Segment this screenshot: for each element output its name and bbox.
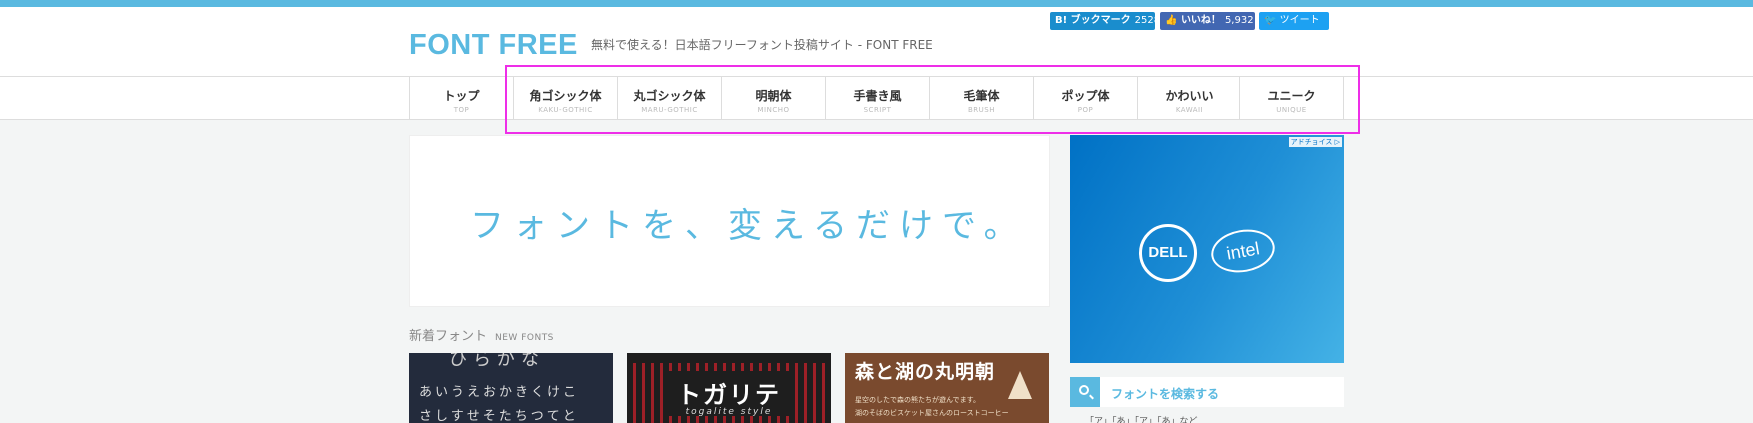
font-card-text: 湖のそばのビスケット屋さんのローストコーヒー [855,409,1009,417]
search-icon [1079,385,1089,395]
site-logo[interactable]: FONT FREE [409,29,578,62]
like-count: 5,932 [1224,15,1254,26]
hero-banner[interactable]: フォントを、変えるだけで。 [409,135,1050,307]
nav-sublabel: TOP [453,106,470,114]
thumbs-up-icon: 👍 [1165,15,1178,26]
font-card[interactable]: トガリテ togalite style [627,353,831,423]
twitter-bird-icon: 🐦 [1264,15,1277,26]
font-card-text: togalite style [685,407,773,417]
hero-text: フォントを、変えるだけで。 [470,206,1027,246]
top-accent-bar [0,0,1753,7]
font-card-text: ひらがな [449,353,545,370]
selection-highlight-box [505,65,1360,134]
font-card-text: あいうえおかきくけこ [419,385,580,400]
intel-logo: intel [1207,224,1279,278]
font-card-text: 星空のしたで森の熊たちが遊んでます。 [855,396,980,404]
new-fonts-title: 新着フォント [409,329,488,344]
new-fonts-title-en: NEW FONTS [495,333,554,343]
advertisement-banner[interactable]: アドチョイス ▷ DELL intel [1070,135,1344,363]
facebook-like-button[interactable]: 👍 いいね！ 5,932 [1160,12,1255,30]
font-search-header[interactable]: フォントを検索する [1070,377,1344,407]
tweet-button[interactable]: 🐦 ツイート [1259,12,1329,30]
font-card-text: さしすせそたちつてと [419,409,579,423]
search-title: フォントを検索する [1111,387,1220,401]
nav-label: トップ [443,89,480,103]
font-card[interactable]: ひらがな あいうえおかきくけこ さしすせそたちつてと [409,353,613,423]
nav-item-top[interactable]: トップ TOP [409,77,513,120]
new-fonts-heading: 新着フォント NEW FONTS [409,325,554,344]
hatena-label: B! ブックマーク [1055,15,1131,26]
tweet-label: ツイート [1279,15,1320,26]
font-card-text: 森と湖の丸明朝 [855,361,996,383]
hatena-count: 2528 [1134,15,1161,26]
dell-logo: DELL [1139,224,1197,282]
tree-icon [1008,371,1032,399]
ad-choices-label[interactable]: アドチョイス ▷ [1288,137,1342,147]
font-card-text: トガリテ [677,381,781,409]
like-label: いいね！ [1180,15,1221,26]
hatena-bookmark-button[interactable]: B! ブックマーク 2528 [1050,12,1160,30]
search-icon-box [1070,377,1100,407]
font-card[interactable]: 森と湖の丸明朝 星空のしたで森の熊たちが遊んでます。 湖のそばのビスケット屋さん… [845,353,1049,423]
search-subtitle: 「ア」「あ」「ア」「あ」など [1085,417,1198,423]
site-tagline: 無料で使える！日本語フリーフォント投稿サイト - FONT FREE [591,38,933,52]
